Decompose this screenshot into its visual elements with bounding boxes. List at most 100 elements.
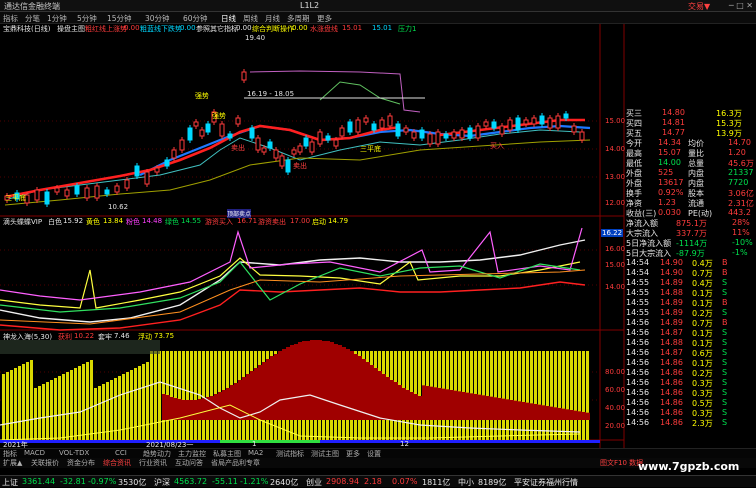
index-name[interactable]: 沪深 [154,477,170,488]
profile-bar [174,351,177,440]
profile-bar [502,351,505,440]
ind2-name[interactable]: 神龙入海(5,30) [3,332,52,342]
candle-body [205,123,211,133]
tick-row: 14:55 14.89 0.2万 S [624,308,754,318]
profit-bar [442,388,446,420]
profile-bar [586,351,589,440]
profit-bar [382,374,386,420]
date-4: 12 [400,440,409,448]
candle-body [249,127,255,139]
tick-price: 14.90 [660,258,683,267]
index-name[interactable]: 上证 [2,477,18,488]
tick-side: S [722,288,728,297]
tick-side: S [722,338,728,347]
tick-time: 14:56 [626,338,650,347]
candle-body [227,133,233,139]
profit-bar [298,342,302,420]
bid-row: 买五 14.77 13.9万 [624,128,754,138]
tick-side: B [722,318,728,327]
ext-tab-1[interactable]: 关联报价 [31,458,59,468]
ext-tab-4[interactable]: 行业资讯 [139,458,167,468]
ind2-header: 神龙入海(5,30) 获利 10.22 套牢 7.46 浮动 73.75 [0,332,600,342]
ind1-c1: 白色 [48,218,62,226]
ind1-v2: 13.84 [103,217,124,225]
range-label: 16.19 - 18.05 [247,90,294,98]
profile-bar [170,351,173,440]
profit-bar [234,383,238,420]
profile-bar [490,351,493,440]
index-value: 2908.94 [326,477,360,486]
profile-bar [574,351,577,440]
tick-price: 14.89 [660,318,683,327]
indicator-tab-7[interactable]: MA2 [248,449,263,457]
ind1-v3: 14.48 [142,217,163,225]
index-name[interactable]: 创业 [306,477,322,488]
profit-bar [178,399,182,420]
candle-body [154,167,160,173]
candle-body [395,123,401,137]
profit-bar [530,403,534,420]
profit-bar [494,397,498,420]
indicator-tab-2[interactable]: VOL-TDX [59,449,89,457]
profile-bar [122,374,125,440]
bottom-label-2: 三平底 [360,144,381,153]
f10-tab[interactable]: 图文F10 数据 [600,458,643,468]
candle-body [403,127,409,133]
tick-time: 14:56 [626,418,650,427]
candle-body [74,185,80,195]
indicator-tab-1[interactable]: MACD [24,449,45,457]
index-name[interactable]: 中小 [458,477,474,488]
ind1-v5: 16.71 [237,217,258,225]
profile-bar [526,351,529,440]
candle-body [144,171,150,185]
ext-tab-6[interactable]: 省局产品利专章 [211,458,260,468]
tick-row: 14:56 14.88 0.1万 S [624,338,754,348]
ind2-t3: 浮动 [138,333,152,341]
indicator-tab-3[interactable]: CCI [115,449,127,457]
index-change: -32.81 [60,477,86,486]
ind1-name[interactable]: 滴头蝶蝶VIP [3,217,42,227]
ext-tab-0[interactable]: 扩展▲ [3,458,22,468]
profit-bar [226,388,230,420]
ind1-tick-3: 15.00 [605,261,626,269]
tick-side: B [722,298,728,307]
candle-body [491,121,497,129]
profile-bar [62,374,65,440]
candle-body [347,121,353,133]
profit-bar [498,398,502,420]
profile-bar [494,351,497,440]
quote-value: 13617 [658,178,684,187]
profit-bar [302,341,306,420]
quote-row: 外盘 13617 内盘 7720 [624,178,754,188]
high-label: 19.40 [245,34,265,42]
profit-bar [166,395,170,420]
ext-tab-5[interactable]: 互动问答 [175,458,203,468]
candle-body [114,185,120,193]
profit-bar [490,396,494,420]
tick-price: 14.89 [660,278,683,287]
profit-bar [194,400,198,420]
quote-value-2: 14.70 [728,138,751,147]
profit-bar [174,398,178,420]
profit-bar [546,406,550,420]
tick-row: 14:56 14.89 0.7万 B [624,318,754,328]
candle-body [261,147,267,153]
profit-bar [518,401,522,420]
profit-bar [514,400,518,420]
tick-row: 14:54 14.90 0.4万 B [624,258,754,268]
candle-body [199,129,205,137]
profile-bar [94,388,97,440]
profile-bar [210,351,213,440]
ind2-tick-1: 80.00 [605,368,626,376]
ext-tab-3[interactable]: 综合资讯 [103,458,131,468]
profit-bar [586,412,590,420]
profit-bar [542,405,546,420]
profit-bar [398,385,402,420]
profile-bar [66,372,69,440]
date-3: 1 [252,440,257,448]
ext-tab-2[interactable]: 资金分布 [67,458,95,468]
profile-bar [182,351,185,440]
profit-bar [506,399,510,420]
profile-bar [190,351,193,440]
index-amount: 1811亿 [422,478,451,487]
